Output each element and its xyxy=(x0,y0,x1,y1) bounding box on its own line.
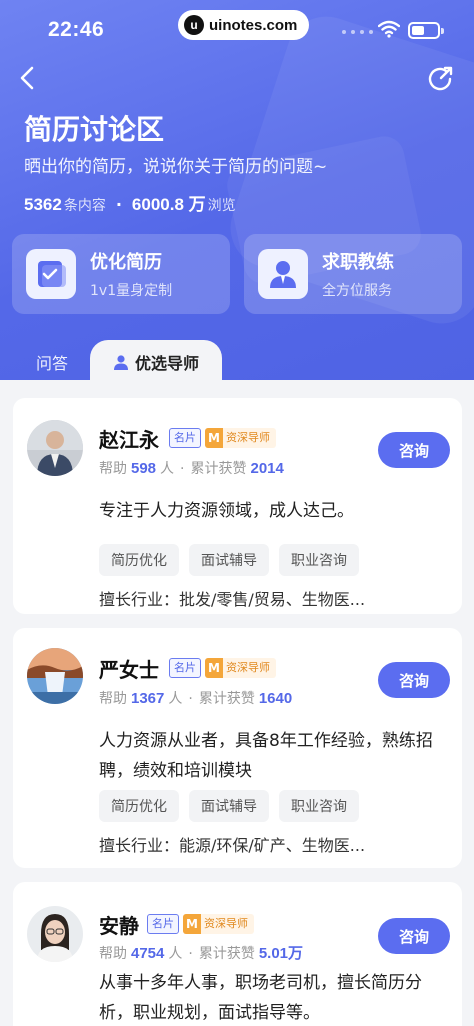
watermark: u uinotes.com xyxy=(178,10,310,40)
page-subtitle: 晒出你的简历，说说你关于简历的问题~ xyxy=(24,157,328,177)
coach-person-icon xyxy=(258,249,308,299)
help-count: 598 xyxy=(131,460,157,477)
meta-separator: · xyxy=(180,461,185,477)
feature-optimize-resume[interactable]: 优化简历 1v1量身定制 xyxy=(12,234,230,314)
mentor-card[interactable]: 安静 名片 M 资深导师 帮助 4754 人 · 累计获赞 5.01万 咨询 从… xyxy=(13,882,462,1026)
status-time: 22:46 xyxy=(48,18,105,41)
user-icon xyxy=(113,354,129,370)
avatar xyxy=(27,420,83,476)
likes-label: 累计获赞 xyxy=(198,691,255,707)
resume-check-icon xyxy=(26,249,76,299)
avatar xyxy=(27,906,83,962)
content-count: 5362 xyxy=(24,195,62,214)
watermark-logo-icon: u xyxy=(184,15,204,35)
views-unit: 浏览 xyxy=(207,198,236,214)
industry-label: 擅长行业： xyxy=(99,836,180,855)
wifi-icon xyxy=(378,20,400,38)
card-badge[interactable]: 名片 xyxy=(169,428,201,448)
topic-stats: 5362 条内容 · 6000.8 万 浏览 xyxy=(24,190,236,215)
mentor-stats: 帮助 4754 人 · 累计获赞 5.01万 xyxy=(99,942,307,963)
feature-subtitle: 1v1量身定制 xyxy=(90,283,173,299)
likes-label: 累计获赞 xyxy=(190,461,247,477)
mentor-industry: 擅长行业：批发/零售/贸易、生物医... xyxy=(99,586,365,610)
senior-letter-icon: M xyxy=(183,914,201,934)
mentor-card[interactable]: 严女士 名片 M 资深导师 帮助 1367 人 · 累计获赞 1640 咨询 人… xyxy=(13,628,462,868)
consult-button[interactable]: 咨询 xyxy=(378,662,450,698)
mentor-intro: 人力资源从业者，具备8年工作经验，熟练招聘，绩效和培训模块 xyxy=(99,731,433,781)
tab-qa[interactable]: 问答 xyxy=(36,350,68,374)
senior-mentor-badge: M 资深导师 xyxy=(183,914,254,934)
help-unit: 人 xyxy=(168,691,183,707)
signal-dots-icon xyxy=(342,30,373,34)
help-unit: 人 xyxy=(168,946,183,962)
watermark-text: uinotes.com xyxy=(209,16,298,34)
mentor-intro: 专注于人力资源领域，成人达己。 xyxy=(99,501,354,521)
likes-count: 1640 xyxy=(258,690,293,707)
feature-job-coach[interactable]: 求职教练 全方位服务 xyxy=(244,234,462,314)
mentor-stats: 帮助 598 人 · 累计获赞 2014 xyxy=(99,458,288,478)
views-count: 6000.8 万 xyxy=(131,195,206,214)
feature-title: 求职教练 xyxy=(322,252,394,273)
tab-bar: 问答 优选导师 xyxy=(0,340,474,384)
mentor-stats: 帮助 1367 人 · 累计获赞 1640 xyxy=(99,688,296,708)
service-tag[interactable]: 职业咨询 xyxy=(279,544,359,576)
senior-label: 资深导师 xyxy=(226,431,270,444)
help-label: 帮助 xyxy=(99,946,127,962)
senior-label: 资深导师 xyxy=(204,917,248,930)
service-tag[interactable]: 职业咨询 xyxy=(279,790,359,822)
meta-separator: · xyxy=(188,691,193,707)
share-icon[interactable] xyxy=(426,64,456,94)
help-count: 4754 xyxy=(131,945,165,962)
service-tags: 简历优化 面试辅导 职业咨询 xyxy=(99,790,359,822)
avatar xyxy=(27,648,83,704)
service-tags: 简历优化 面试辅导 职业咨询 xyxy=(99,544,359,576)
senior-mentor-badge: M 资深导师 xyxy=(205,658,276,678)
service-tag[interactable]: 简历优化 xyxy=(99,790,179,822)
back-icon[interactable] xyxy=(14,62,42,94)
content-unit: 条内容 xyxy=(63,198,106,214)
senior-mentor-badge: M 资深导师 xyxy=(205,428,276,448)
industry-value: 能源/环保/矿产、生物医... xyxy=(179,836,366,855)
battery-icon xyxy=(408,22,444,39)
help-count: 1367 xyxy=(131,690,165,707)
help-label: 帮助 xyxy=(99,691,127,707)
tab-mentors[interactable]: 优选导师 xyxy=(90,340,222,384)
senior-letter-icon: M xyxy=(205,428,223,448)
service-tag[interactable]: 面试辅导 xyxy=(189,544,269,576)
industry-label: 擅长行业： xyxy=(99,590,180,609)
likes-count: 2014 xyxy=(250,460,284,477)
mentor-intro: 从事十多年人事，职场老司机，擅长简历分析，职业规划，面试指导等。 xyxy=(99,973,422,1023)
mentor-card[interactable]: 赵江永 名片 M 资深导师 帮助 598 人 · 累计获赞 2014 咨询 专注… xyxy=(13,398,462,614)
industry-value: 批发/零售/贸易、生物医... xyxy=(179,590,366,609)
card-badge[interactable]: 名片 xyxy=(147,914,179,934)
senior-label: 资深导师 xyxy=(226,661,270,674)
feature-subtitle: 全方位服务 xyxy=(322,283,392,299)
service-tag[interactable]: 简历优化 xyxy=(99,544,179,576)
feature-title: 优化简历 xyxy=(90,252,162,273)
stats-separator: · xyxy=(115,195,122,214)
help-label: 帮助 xyxy=(99,461,127,477)
meta-separator: · xyxy=(188,946,193,962)
mentor-name: 赵江永 xyxy=(99,428,159,452)
likes-count: 5.01万 xyxy=(258,945,304,962)
card-badge[interactable]: 名片 xyxy=(169,658,201,678)
mentor-name: 严女士 xyxy=(99,658,159,682)
service-tag[interactable]: 面试辅导 xyxy=(189,790,269,822)
senior-letter-icon: M xyxy=(205,658,223,678)
mentor-industry: 擅长行业：能源/环保/矿产、生物医... xyxy=(99,832,365,856)
likes-label: 累计获赞 xyxy=(198,946,255,962)
consult-button[interactable]: 咨询 xyxy=(378,432,450,468)
tab-mentors-label: 优选导师 xyxy=(134,354,199,373)
mentor-name: 安静 xyxy=(99,914,139,938)
consult-button[interactable]: 咨询 xyxy=(378,918,450,954)
help-unit: 人 xyxy=(160,461,175,477)
page-title: 简历讨论区 xyxy=(24,113,165,146)
status-bar: 22:46 u uinotes.com xyxy=(0,0,474,60)
